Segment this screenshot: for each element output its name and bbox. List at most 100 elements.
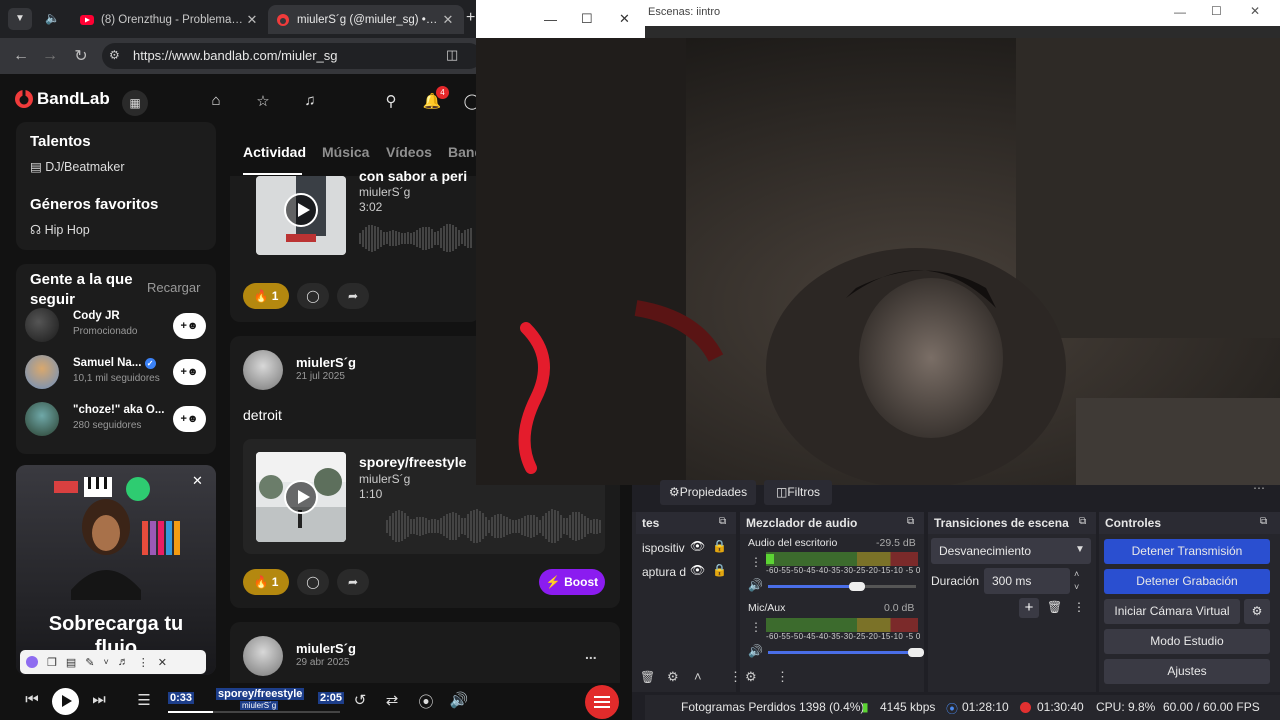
apps-icon[interactable]: ▦	[122, 90, 148, 116]
speaker-icon[interactable]: 🔊	[748, 578, 763, 592]
play-button[interactable]	[284, 480, 318, 514]
queue-button[interactable]	[585, 685, 619, 719]
dock-undock-icon[interactable]: ⧉	[1260, 516, 1267, 527]
suggestion-name[interactable]: Samuel Na... ✓	[73, 357, 156, 369]
bandlab-logo[interactable]: BandLab	[14, 89, 110, 109]
gear-icon[interactable]: ⚙	[745, 669, 757, 685]
speaker-icon[interactable]: 🔊	[748, 644, 763, 658]
play-button[interactable]	[284, 193, 318, 227]
stop-streaming-button[interactable]: Detener Transmisión	[1104, 539, 1270, 564]
boost-button[interactable]: ⚡ Boost	[539, 569, 605, 595]
avatar[interactable]	[25, 402, 59, 436]
pen-icon[interactable]: ✎	[85, 656, 94, 669]
previous-icon[interactable]: ⏮	[22, 691, 42, 711]
progress-track[interactable]	[168, 711, 340, 713]
shuffle-icon[interactable]: ⇄	[382, 691, 402, 711]
post-author[interactable]: miulerS´g	[296, 355, 356, 370]
track-artist[interactable]: miulerS´g	[359, 185, 410, 199]
dock-undock-icon[interactable]: ⧉	[719, 516, 726, 527]
track-title[interactable]: sporey/freestyle	[359, 454, 466, 470]
new-tab-icon[interactable]: +	[466, 9, 475, 27]
reload-icon[interactable]: ↻	[71, 46, 91, 66]
maximize-icon[interactable]: ☐	[581, 11, 593, 27]
maximize-icon[interactable]: ☐	[1211, 4, 1222, 18]
avatar[interactable]	[25, 308, 59, 342]
gear-icon[interactable]: ⚙	[667, 669, 679, 685]
close-icon[interactable]: ✕	[440, 12, 456, 28]
volume-knob[interactable]	[848, 582, 865, 591]
forward-icon[interactable]: →	[40, 47, 60, 65]
tab-bandlab[interactable]: miulerS´g (@miuler_sg) • Band ✕	[268, 5, 464, 34]
like-button[interactable]: 🔥 1	[243, 283, 289, 309]
waveform[interactable]	[386, 508, 601, 544]
repeat-icon[interactable]: ↺	[350, 691, 370, 711]
comment-icon[interactable]: ◯	[297, 283, 329, 309]
tab-activity[interactable]: Actividad	[243, 144, 306, 160]
suggestion-name[interactable]: Cody JR	[73, 310, 120, 322]
suggestion-name[interactable]: "choze!" aka O...	[73, 404, 164, 416]
player-track-artist[interactable]: miulerS´g	[240, 701, 279, 710]
site-info-icon[interactable]: ⚙	[109, 48, 120, 62]
gear-icon[interactable]: ⚙	[1244, 599, 1270, 624]
settings-button[interactable]: Ajustes	[1104, 659, 1270, 684]
duration-input[interactable]: 300 ms	[984, 568, 1070, 594]
close-icon[interactable]: ✕	[192, 473, 203, 489]
stop-recording-button[interactable]: Detener Grabación	[1104, 569, 1270, 594]
tab-list-button[interactable]: ▼	[8, 8, 32, 30]
tab-music[interactable]: Música	[322, 144, 369, 160]
minimize-icon[interactable]: —	[544, 12, 557, 27]
more-icon[interactable]: ⋮	[750, 620, 762, 634]
promo-banner[interactable]: Sobrecarga tu flujo ✕	[16, 465, 216, 675]
lock-icon[interactable]: 🔒	[712, 563, 727, 577]
volume-icon[interactable]: ♬	[118, 656, 129, 668]
avatar[interactable]	[243, 636, 283, 676]
follow-button[interactable]: +☻	[173, 359, 206, 385]
trash-icon[interactable]: 🗑	[640, 670, 655, 684]
chevron-up-icon[interactable]: ˄	[1074, 569, 1079, 579]
dock-float-icon[interactable]: ⋯	[1253, 481, 1265, 495]
back-icon[interactable]: ←	[11, 47, 31, 65]
player-track-title[interactable]: sporey/freestyle	[216, 688, 305, 700]
reload-link[interactable]: Recargar	[147, 280, 200, 295]
chevron-up-icon[interactable]: ˄	[694, 669, 702, 684]
chevron-down-icon[interactable]: ˅	[104, 657, 109, 667]
minimize-icon[interactable]: —	[1174, 5, 1186, 19]
extension-icon[interactable]	[26, 656, 38, 668]
dock-undock-icon[interactable]: ⧉	[1079, 516, 1086, 527]
avatar[interactable]	[25, 355, 59, 389]
more-icon[interactable]: ⋮	[138, 656, 149, 669]
dock-undock-icon[interactable]: ⧉	[907, 516, 914, 527]
eye-icon[interactable]: 👁	[690, 563, 705, 577]
tab-videos[interactable]: Vídeos	[386, 144, 432, 160]
copy-icon[interactable]: ❐	[47, 656, 57, 669]
more-options-icon[interactable]: ...	[585, 646, 597, 662]
close-icon[interactable]: ✕	[619, 11, 630, 27]
search-icon[interactable]: ⚲	[381, 92, 401, 112]
avatar[interactable]	[243, 350, 283, 390]
close-icon[interactable]: ✕	[244, 12, 260, 28]
broadcast-icon[interactable]: ⦿	[416, 691, 436, 711]
studio-mode-button[interactable]: Modo Estudio	[1104, 629, 1270, 654]
volume-slider[interactable]	[768, 651, 916, 654]
trash-icon[interactable]: 🗑	[1047, 600, 1062, 614]
like-button[interactable]: 🔥 1	[243, 569, 289, 595]
follow-button[interactable]: +☻	[173, 406, 206, 432]
more-icon[interactable]: ⋮	[750, 555, 762, 569]
add-transition-button[interactable]: +	[1019, 598, 1039, 618]
comment-icon[interactable]: ◯	[297, 569, 329, 595]
document-icon[interactable]: ▤	[66, 656, 76, 669]
follow-button[interactable]: +☻	[173, 313, 206, 339]
waveform[interactable]	[359, 223, 472, 253]
filters-button[interactable]: ◫Filtros	[764, 480, 832, 505]
share-icon[interactable]: ➦	[337, 283, 369, 309]
more-icon[interactable]: ⋮	[1073, 600, 1085, 614]
properties-button[interactable]: ⚙Propiedades	[660, 480, 756, 505]
volume-knob[interactable]	[908, 648, 924, 657]
close-icon[interactable]: ✕	[1250, 4, 1260, 18]
lock-icon[interactable]: 🔒	[712, 539, 727, 553]
track-title[interactable]: con sabor a peri	[359, 168, 467, 184]
share-icon[interactable]: ➦	[337, 569, 369, 595]
chevron-down-icon[interactable]: ˅	[1074, 582, 1079, 592]
speaker-icon[interactable]: 🔈	[45, 11, 60, 25]
eye-icon[interactable]: 👁	[690, 539, 705, 553]
